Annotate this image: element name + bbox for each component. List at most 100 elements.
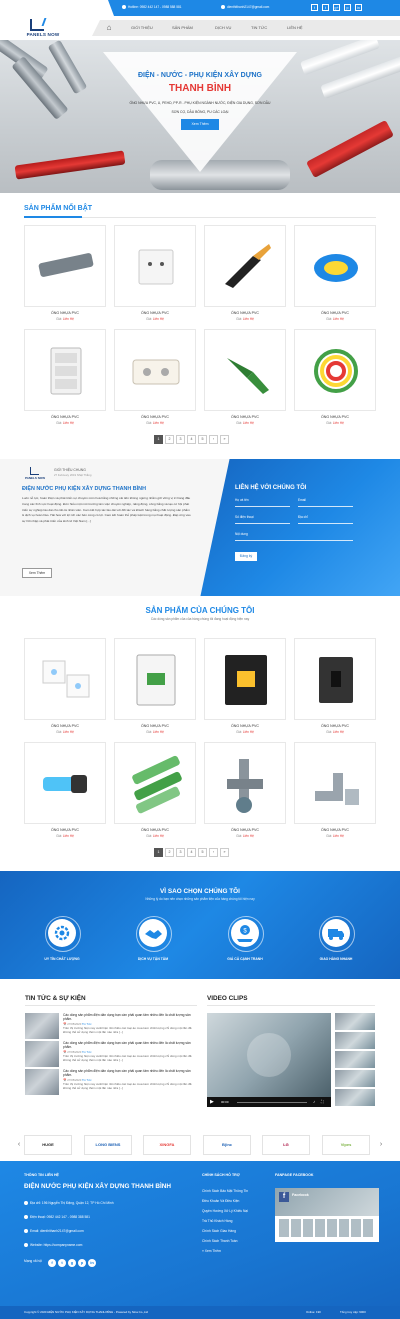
nav-item-news[interactable]: TIN TỨC xyxy=(251,25,267,30)
product-name[interactable]: ỐNG NHỰA PVC xyxy=(294,724,376,728)
product-name[interactable]: ỐNG NHỰA PVC xyxy=(24,415,106,419)
footer-website[interactable]: Website: https://companyname.com xyxy=(24,1243,82,1248)
product-image[interactable] xyxy=(213,234,279,300)
contact-email-field[interactable] xyxy=(298,506,353,507)
product-card[interactable] xyxy=(24,742,106,824)
page-button[interactable]: 4 xyxy=(187,435,196,444)
product-name[interactable]: ỐNG NHỰA PVC xyxy=(204,828,286,832)
contact-address-field[interactable] xyxy=(298,523,353,524)
video-thumbnail[interactable] xyxy=(335,1051,375,1068)
google-icon[interactable]: g xyxy=(68,1259,76,1267)
product-name[interactable]: ỐNG NHỰA PVC xyxy=(204,311,286,315)
nav-item-contact[interactable]: LIÊN HỆ xyxy=(287,25,303,30)
footer-email[interactable]: Email: dienthithanh2147@gmail.com xyxy=(24,1229,84,1234)
product-image[interactable] xyxy=(123,647,189,713)
footer-link[interactable]: Chính Sách Giao Hàng xyxy=(202,1229,236,1233)
twitter-icon[interactable]: t xyxy=(58,1259,66,1267)
footer-more-link[interactable]: » Xem Thêm xyxy=(202,1249,221,1253)
product-image[interactable] xyxy=(213,647,279,713)
product-image[interactable] xyxy=(303,647,369,713)
news-thumbnail[interactable] xyxy=(25,1013,59,1039)
pinterest-icon[interactable]: p xyxy=(78,1259,86,1267)
page-button[interactable]: 1 xyxy=(154,435,163,444)
partner-logo[interactable]: B(inc xyxy=(203,1135,251,1155)
last-page-button[interactable]: » xyxy=(220,848,229,857)
twitter-icon[interactable]: t xyxy=(322,4,329,11)
video-thumbnail[interactable] xyxy=(335,1032,375,1049)
footer-link[interactable]: Chính Sách Bảo Mật Thông Tin xyxy=(202,1189,248,1193)
email-text[interactable]: dienthithanh2147@gmail.com xyxy=(221,5,269,10)
product-image[interactable] xyxy=(123,751,189,817)
chevron-left-icon[interactable]: ‹ xyxy=(16,1141,22,1149)
news-headline[interactable]: Các dòng sản phẩm điện dân dụng bạn cần … xyxy=(63,1069,197,1078)
product-image[interactable] xyxy=(213,338,279,404)
partner-logo[interactable]: Vipes xyxy=(322,1135,370,1155)
news-headline[interactable]: Các dòng sản phẩm điện dân dụng bạn cần … xyxy=(63,1041,197,1050)
product-name[interactable]: ỐNG NHỰA PVC xyxy=(24,724,106,728)
product-card[interactable] xyxy=(114,225,196,307)
product-card[interactable] xyxy=(294,742,376,824)
product-card[interactable] xyxy=(24,225,106,307)
product-image[interactable] xyxy=(213,751,279,817)
product-card[interactable] xyxy=(114,638,196,720)
facebook-page-widget[interactable]: f Facebook xyxy=(275,1188,379,1242)
page-button[interactable]: 2 xyxy=(165,435,174,444)
play-icon[interactable]: ▶ xyxy=(210,1099,214,1105)
news-item[interactable]: Các dòng sản phẩm điện dân dụng bạn cần … xyxy=(25,1041,197,1067)
footer-link[interactable]: Điều Khoản Và Điều Kiện xyxy=(202,1199,239,1203)
product-card[interactable] xyxy=(294,329,376,411)
footer-link[interactable]: Quyền Hướng Xử Lý Khiếu Nại xyxy=(202,1209,248,1213)
product-image[interactable] xyxy=(303,751,369,817)
video-player[interactable]: ▶ 00:00 ♪ ⛶ xyxy=(207,1013,331,1107)
nav-item-services[interactable]: DỊCH VỤ xyxy=(215,25,231,30)
partner-logo[interactable]: HUGE xyxy=(24,1135,72,1155)
facebook-icon[interactable]: f xyxy=(311,4,318,11)
video-thumbnail[interactable] xyxy=(335,1089,375,1106)
product-card[interactable] xyxy=(204,329,286,411)
nav-item-products[interactable]: SẢN PHẨM xyxy=(172,25,193,30)
product-card[interactable] xyxy=(114,742,196,824)
nav-item-about[interactable]: GIỚI THIỆU xyxy=(131,25,153,30)
page-button[interactable]: 3 xyxy=(176,435,185,444)
video-progress-bar[interactable] xyxy=(237,1101,307,1103)
news-item[interactable]: Các dòng sản phẩm điện dân dụng bạn cần … xyxy=(25,1069,197,1095)
facebook-icon[interactable]: f xyxy=(48,1259,56,1267)
fullscreen-icon[interactable]: ⛶ xyxy=(321,1099,324,1104)
product-card[interactable] xyxy=(114,329,196,411)
news-headline[interactable]: Các dòng sản phẩm điện dân dụng bạn cần … xyxy=(63,1013,197,1022)
product-name[interactable]: ỐNG NHỰA PVC xyxy=(114,828,196,832)
product-card[interactable] xyxy=(204,742,286,824)
home-icon[interactable]: ⌂ xyxy=(104,23,114,33)
product-image[interactable] xyxy=(123,338,189,404)
partner-logo[interactable]: LONG BIENS xyxy=(84,1135,132,1155)
product-name[interactable]: ỐNG NHỰA PVC xyxy=(24,828,106,832)
google-plus-icon[interactable]: g+ xyxy=(333,4,340,11)
contact-phone-field[interactable] xyxy=(235,523,290,524)
product-card[interactable] xyxy=(294,225,376,307)
intro-more-button[interactable]: Xem Thêm xyxy=(22,568,52,578)
video-thumbnail[interactable] xyxy=(335,1070,375,1087)
pinterest-icon[interactable]: p xyxy=(344,4,351,11)
volume-icon[interactable]: ♪ xyxy=(313,1099,315,1104)
product-image[interactable] xyxy=(33,751,99,817)
footer-link[interactable]: Trả Thủ Khách Hàng xyxy=(202,1219,232,1223)
video-thumbnail[interactable] xyxy=(335,1013,375,1030)
page-button[interactable]: 2 xyxy=(165,848,174,857)
product-name[interactable]: ỐNG NHỰA PVC xyxy=(294,311,376,315)
news-thumbnail[interactable] xyxy=(25,1041,59,1067)
product-image[interactable] xyxy=(33,234,99,300)
product-card[interactable] xyxy=(204,638,286,720)
product-name[interactable]: ỐNG NHỰA PVC xyxy=(294,415,376,419)
contact-message-field[interactable] xyxy=(235,540,353,541)
product-name[interactable]: ỐNG NHỰA PVC xyxy=(114,724,196,728)
product-name[interactable]: ỐNG NHỰA PVC xyxy=(24,311,106,315)
next-page-button[interactable]: › xyxy=(209,848,218,857)
page-button[interactable]: 3 xyxy=(176,848,185,857)
product-image[interactable] xyxy=(33,647,99,713)
next-page-button[interactable]: › xyxy=(209,435,218,444)
product-name[interactable]: ỐNG NHỰA PVC xyxy=(204,415,286,419)
banner-more-button[interactable]: Xem Thêm xyxy=(181,119,219,130)
page-button[interactable]: 5 xyxy=(198,848,207,857)
contact-name-field[interactable] xyxy=(235,506,290,507)
linkedin-icon[interactable]: in xyxy=(88,1259,96,1267)
